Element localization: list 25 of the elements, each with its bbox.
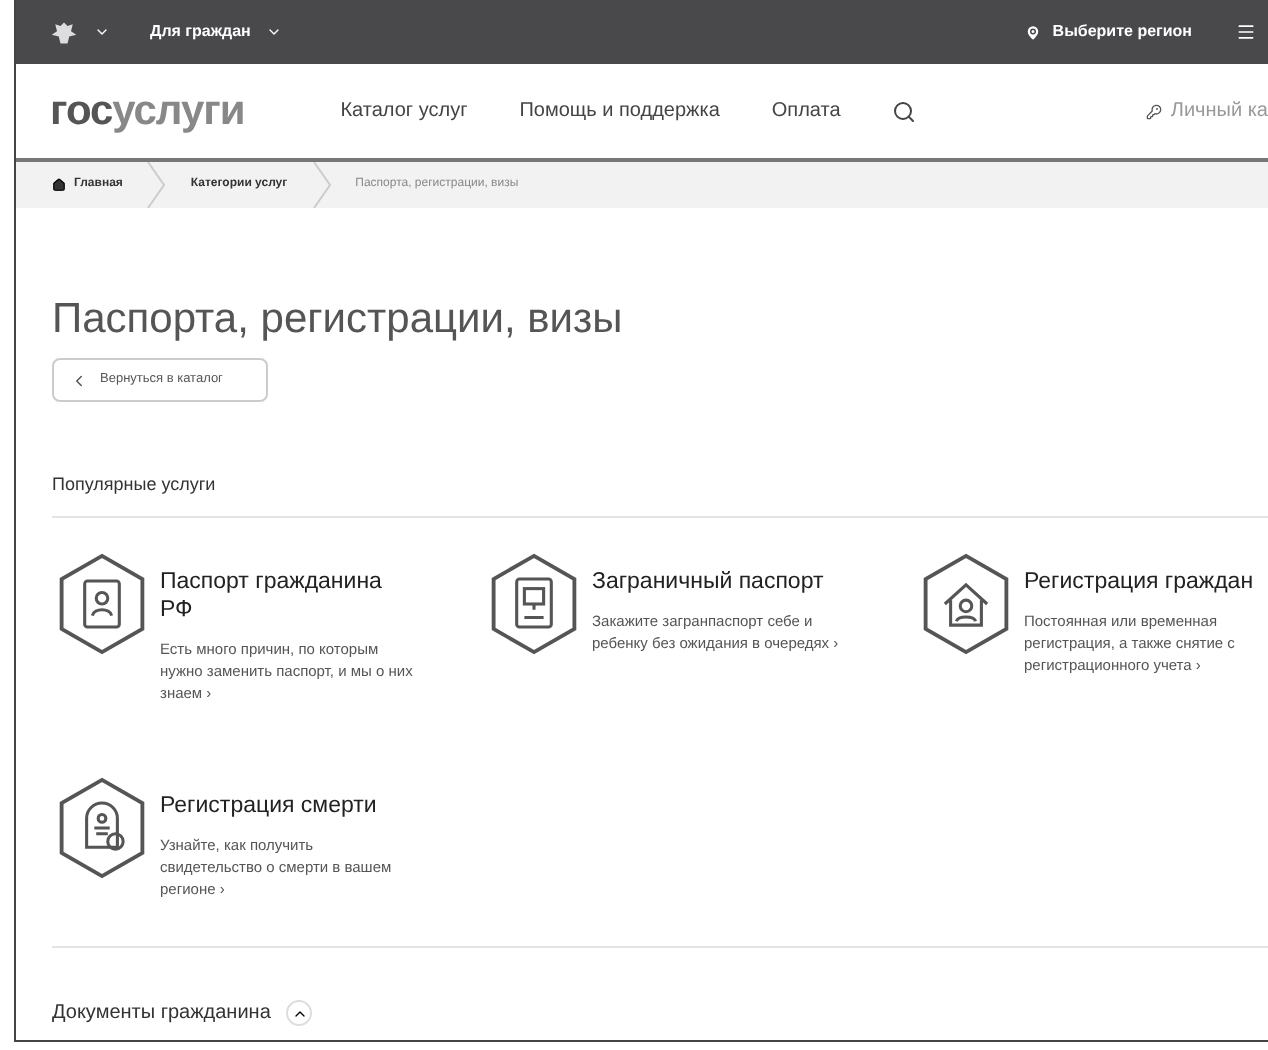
breadcrumb-separator [146, 162, 167, 208]
service-title[interactable]: Заграничный паспорт [592, 568, 824, 596]
section-heading: Популярные услуги [52, 472, 218, 496]
home-icon[interactable] [52, 178, 66, 192]
section-title: Документы гражданина [52, 1000, 271, 1026]
region-selector[interactable]: Выберите регион [1052, 20, 1192, 44]
service-title[interactable]: Регистрация граждан [1024, 568, 1254, 596]
logo[interactable]: госуслуги [50, 90, 245, 132]
key-icon[interactable] [1146, 103, 1163, 119]
audience-menu[interactable]: Для граждан [150, 20, 251, 44]
service-title[interactable]: Паспорт гражданина РФ [160, 568, 404, 624]
nav-link[interactable]: Оплата [771, 96, 841, 126]
emblem-icon[interactable] [50, 19, 78, 45]
chevron-down-icon[interactable] [266, 24, 283, 40]
breadcrumb-separator [311, 162, 332, 208]
location-pin-icon[interactable] [1024, 23, 1043, 41]
collapse-button[interactable] [286, 1000, 313, 1026]
chevron-down-icon[interactable] [94, 24, 110, 40]
service-title[interactable]: Регистрация смерти [160, 792, 377, 820]
page-title: Паспорта, регистрации, визы [52, 294, 625, 346]
chevron-left-icon [70, 371, 88, 389]
menu-icon[interactable] [1236, 22, 1256, 42]
nav-link[interactable]: Помощь и поддержка [519, 96, 720, 126]
nav-link[interactable]: Каталог услуг [340, 96, 468, 126]
search-icon[interactable] [892, 99, 917, 123]
